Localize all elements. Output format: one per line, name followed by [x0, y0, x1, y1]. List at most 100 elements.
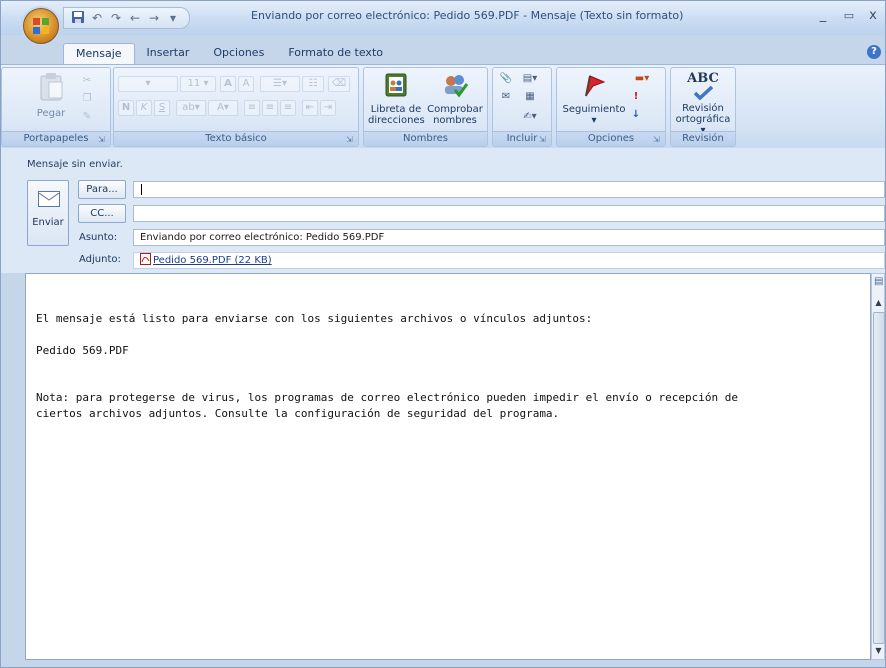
high-importance-icon[interactable]: !: [627, 90, 645, 106]
group-label-opciones: Opciones: [557, 131, 665, 146]
attach-file-icon[interactable]: 📎: [497, 72, 515, 88]
redo-icon[interactable]: ↷: [108, 10, 124, 26]
paste-label: Pegar: [36, 108, 66, 119]
body-line-1: El mensaje está listo para enviarse con …: [36, 312, 593, 325]
address-book-icon: [385, 73, 407, 97]
undo-icon[interactable]: ↶: [89, 10, 105, 26]
cut-icon[interactable]: ✂: [78, 74, 96, 90]
clear-format-icon[interactable]: ⌫: [328, 76, 350, 92]
window-title: Enviando por correo electrónico: Pedido …: [251, 9, 684, 22]
body-line-2: Pedido 569.PDF: [36, 344, 129, 357]
bullets-icon[interactable]: ☰▾: [260, 76, 300, 92]
attach-item-icon[interactable]: ✉: [497, 90, 515, 106]
incluir-launcher-icon[interactable]: ⇲: [539, 135, 548, 144]
ribbon-tabs: Mensaje Insertar Opciones Formato de tex…: [63, 43, 395, 64]
opciones-launcher-icon[interactable]: ⇲: [653, 135, 662, 144]
tab-formato-de-texto[interactable]: Formato de texto: [276, 43, 395, 63]
back-icon[interactable]: ←: [127, 10, 143, 26]
spelling-button[interactable]: ABC Revisión ortográfica ▾: [673, 72, 733, 137]
vertical-scrollbar[interactable]: ▤ ▲ ▼: [871, 273, 885, 660]
tab-mensaje[interactable]: Mensaje: [63, 43, 135, 64]
check-names-button[interactable]: Comprobar nombres: [426, 72, 484, 126]
calendar-icon[interactable]: ▦: [517, 90, 543, 106]
align-left-icon[interactable]: ≡: [244, 100, 260, 116]
shrink-font-icon[interactable]: A: [238, 76, 254, 92]
to-button[interactable]: Para...: [78, 180, 126, 199]
paste-button[interactable]: Pegar: [32, 72, 70, 119]
check-names-label-line1: Comprobar: [427, 104, 483, 115]
body-line-4: ciertos archivos adjuntos. Consulte la c…: [36, 407, 560, 420]
group-label-portapapeles: Portapapeles: [2, 131, 110, 146]
align-right-icon[interactable]: ≡: [280, 100, 296, 116]
subject-field[interactable]: Enviando por correo electrónico: Pedido …: [133, 229, 885, 246]
ruler-toggle-icon[interactable]: ▤: [874, 276, 883, 287]
text-cursor: [141, 184, 142, 195]
address-book-button[interactable]: Libreta de direcciones: [368, 72, 425, 126]
italic-icon[interactable]: K: [136, 100, 152, 116]
title-bar: ↶ ↷ ← → ▾ Enviando por correo electrónic…: [1, 1, 885, 35]
info-bar: Mensaje sin enviar.: [27, 159, 123, 170]
scroll-thumb[interactable]: [873, 312, 885, 644]
grow-font-icon[interactable]: A: [220, 76, 236, 92]
align-center-icon[interactable]: ≡: [262, 100, 278, 116]
send-label: Enviar: [32, 217, 64, 228]
save-icon[interactable]: [70, 10, 86, 26]
font-size-select[interactable]: 11 ▾: [180, 76, 216, 92]
cc-field[interactable]: [133, 205, 885, 222]
pdf-icon: [140, 253, 151, 265]
low-importance-icon[interactable]: ↓: [627, 108, 645, 124]
status-bar: [1, 660, 885, 667]
format-painter-icon[interactable]: ✎: [78, 110, 96, 126]
follow-up-button[interactable]: Seguimiento ▾: [561, 72, 627, 126]
send-button[interactable]: Enviar: [27, 180, 69, 246]
office-button[interactable]: [23, 8, 59, 44]
font-name-select[interactable]: ▾: [118, 76, 178, 92]
spelling-label-line1: Revisión: [682, 103, 724, 114]
scroll-up-icon[interactable]: ▲: [874, 298, 883, 307]
close-button[interactable]: x: [859, 5, 885, 27]
minimize-button[interactable]: _: [809, 5, 837, 27]
categorize-icon[interactable]: ▬▾: [627, 72, 657, 88]
customize-dropdown-icon[interactable]: ▾: [165, 10, 181, 26]
flag-icon: [585, 75, 606, 97]
clipboard-icon: [40, 73, 63, 101]
body-line-3: Nota: para protegerse de virus, los prog…: [36, 391, 738, 404]
texto-basico-launcher-icon[interactable]: ⇲: [346, 135, 355, 144]
follow-up-dropdown-icon: ▾: [591, 115, 597, 126]
highlight-icon[interactable]: ab▾: [176, 100, 206, 116]
increase-indent-icon[interactable]: ⇥: [320, 100, 336, 116]
scroll-down-icon[interactable]: ▼: [874, 646, 883, 655]
outlook-message-window: ↶ ↷ ← → ▾ Enviando por correo electrónic…: [0, 0, 886, 668]
quick-access-toolbar: ↶ ↷ ← → ▾: [63, 7, 190, 29]
bold-icon[interactable]: N: [118, 100, 134, 116]
copy-icon[interactable]: ❐: [78, 92, 96, 108]
tab-insertar[interactable]: Insertar: [135, 43, 202, 63]
check-names-icon: [445, 75, 469, 98]
message-body[interactable]: El mensaje está listo para enviarse con …: [25, 273, 871, 660]
cc-button[interactable]: CC...: [78, 204, 126, 223]
forward-icon[interactable]: →: [146, 10, 162, 26]
help-icon[interactable]: ?: [867, 45, 881, 59]
group-nombres: Libreta de direcciones Comprobar nombres…: [363, 67, 488, 147]
tab-opciones[interactable]: Opciones: [201, 43, 276, 63]
signature-icon[interactable]: ✍▾: [517, 110, 543, 126]
business-card-icon[interactable]: ▤▾: [517, 72, 543, 88]
attachment-link[interactable]: Pedido 569.PDF (22 KB): [153, 255, 272, 266]
ribbon: Pegar ✂ ❐ ✎ Portapapeles ⇲ ▾ 11 ▾ A A ☰▾…: [1, 64, 885, 150]
address-book-label-line1: Libreta de: [370, 104, 422, 115]
checkmark-icon: [693, 85, 714, 101]
group-revision: ABC Revisión ortográfica ▾ Revisión: [670, 67, 736, 147]
send-envelope-icon: [38, 191, 60, 207]
underline-icon[interactable]: S: [154, 100, 170, 116]
numbering-icon[interactable]: ☷: [302, 76, 324, 92]
decrease-indent-icon[interactable]: ⇤: [302, 100, 318, 116]
font-color-icon[interactable]: A▾: [208, 100, 238, 116]
to-field[interactable]: [133, 181, 885, 198]
portapapeles-launcher-icon[interactable]: ⇲: [98, 135, 107, 144]
follow-up-label: Seguimiento: [562, 104, 626, 115]
group-texto-basico: ▾ 11 ▾ A A ☰▾ ☷ ⌫ N K S ab▾ A▾ ≡ ≡ ≡ ⇤ ⇥…: [113, 67, 359, 147]
group-label-revision: Revisión: [671, 131, 735, 146]
group-incluir: 📎 ▤▾ ✉ ▦ ✍▾ Incluir ⇲: [492, 67, 552, 147]
group-label-texto-basico: Texto básico: [114, 131, 358, 146]
attachment-label: Adjunto:: [79, 254, 121, 265]
